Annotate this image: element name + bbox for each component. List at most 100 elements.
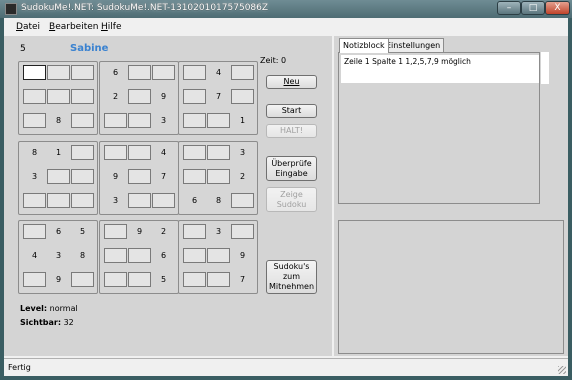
sudoku-cell-input[interactable] [71, 145, 94, 160]
sudoku-cell-input[interactable] [23, 113, 46, 128]
menu-bearbeiten[interactable]: Bearbeiten [49, 22, 98, 32]
sudoku-cell-given: 1 [55, 148, 62, 157]
sudoku-cell-given: 9 [160, 92, 167, 101]
sudoku-cell-given: 6 [191, 196, 198, 205]
sudoku-cell-given: 7 [160, 172, 167, 181]
notes-text[interactable]: Zeile 1 Spalte 1 1,2,5,7,9 möglich [341, 55, 539, 83]
sudoku-cell-input[interactable] [104, 224, 127, 239]
sudoku-cell-given: 8 [215, 196, 222, 205]
sudoku-cell-input[interactable] [128, 248, 151, 263]
sudoku-cell-input[interactable] [183, 89, 206, 104]
sudoku-cell-given: 9 [239, 251, 246, 260]
sudoku-cell-input[interactable] [71, 272, 94, 287]
sudoku-block: 6 2 9 3 [99, 61, 179, 135]
sudoku-cell-input[interactable] [104, 145, 127, 160]
tab-notizblock[interactable]: Notizblock [339, 38, 389, 53]
sudoku-cell-given: 4 [160, 148, 167, 157]
minimize-button[interactable]: – [497, 1, 521, 15]
sudoku-cell-input[interactable] [183, 145, 206, 160]
sudoku-cell-input[interactable] [128, 145, 151, 160]
sudoku-cell-input[interactable] [128, 89, 151, 104]
sudoku-cell-input[interactable] [23, 224, 46, 239]
visible-value: 32 [63, 318, 74, 327]
sudoku-cell-input[interactable] [207, 145, 230, 160]
start-button[interactable]: Start [266, 104, 317, 118]
status-text: Fertig [8, 363, 31, 372]
level-info: Level: normal [20, 304, 78, 313]
sudoku-cell-input[interactable] [231, 224, 254, 239]
sudoku-cell-input[interactable] [128, 65, 151, 80]
sudoku-cell-input[interactable] [23, 193, 46, 208]
sudoku-cell-given: 2 [112, 92, 119, 101]
sudoku-cell-input[interactable] [23, 272, 46, 287]
sudoku-cell-input[interactable] [183, 65, 206, 80]
sudoku-cell-input[interactable] [183, 272, 206, 287]
sudoku-cell-input[interactable] [23, 89, 46, 104]
sudoku-block: 3 2 6 8 [178, 141, 258, 215]
sudoku-cell-input[interactable] [152, 65, 175, 80]
title-bar[interactable]: SudokuMe!.NET: SudokuMe!.NET-13102010175… [0, 0, 572, 18]
app-window: SudokuMe!.NET: SudokuMe!.NET-13102010175… [0, 0, 572, 380]
sudoku-cell-input[interactable] [207, 248, 230, 263]
sudoku-cell-input[interactable] [231, 65, 254, 80]
sudoku-cell-input[interactable] [183, 248, 206, 263]
sudoku-cell-given: 8 [55, 116, 62, 125]
sudoku-cell-given: 5 [79, 227, 86, 236]
sudoku-cell-input[interactable] [71, 169, 94, 184]
sudoku-block: 8 1 3 [18, 141, 98, 215]
sudoku-cell-input[interactable] [47, 89, 70, 104]
level-value: normal [49, 304, 78, 313]
sudoku-cell-input[interactable] [152, 193, 175, 208]
sudoku-cell-input[interactable] [71, 65, 94, 80]
close-button[interactable]: X [545, 1, 570, 15]
sudoku-cell-input[interactable] [207, 113, 230, 128]
sudoku-cell-input[interactable] [71, 193, 94, 208]
lower-panel [338, 220, 564, 354]
menu-datei[interactable]: Datei [16, 22, 40, 32]
puzzle-number: 5 [20, 44, 26, 54]
new-game-button[interactable]: Neu [266, 75, 317, 89]
sudoku-cell-input[interactable] [128, 113, 151, 128]
notes-tab-page: Zeile 1 Spalte 1 1,2,5,7,9 möglich [338, 52, 549, 204]
resize-grip[interactable] [558, 366, 566, 374]
sudoku-block: 4 9 7 3 [99, 141, 179, 215]
maximize-button[interactable]: □ [521, 1, 545, 15]
sudoku-cell-input[interactable] [207, 272, 230, 287]
sudoku-cell-input[interactable] [183, 113, 206, 128]
sudoku-cell-input[interactable] [231, 89, 254, 104]
show-sudoku-button: Zeige Sudoku [266, 187, 317, 212]
sudoku-cell-given: 3 [239, 148, 246, 157]
sudoku-cell-given: 2 [160, 227, 167, 236]
sudoku-cell-input[interactable] [104, 113, 127, 128]
menu-bar: Datei Bearbeiten Hilfe [4, 18, 568, 36]
sudoku-cell-input[interactable] [47, 65, 70, 80]
take-away-sudoku-button[interactable]: Sudoku's zum Mitnehmen [266, 260, 317, 294]
sudoku-cell-input[interactable] [128, 193, 151, 208]
sudoku-cell-input[interactable] [71, 113, 94, 128]
tab-einstellungen[interactable]: Einstellungen [382, 38, 445, 52]
player-name: Sabine [70, 43, 109, 54]
check-input-button[interactable]: Überprüfe Eingabe [266, 156, 317, 181]
sudoku-cell-input[interactable] [183, 224, 206, 239]
sudoku-cell-input[interactable] [104, 248, 127, 263]
sudoku-cell-given: 6 [112, 68, 119, 77]
sudoku-cell-input[interactable] [23, 65, 46, 80]
sudoku-cell-given: 9 [55, 275, 62, 284]
sudoku-cell-given: 5 [160, 275, 167, 284]
new-game-label: Neu [283, 77, 300, 86]
menu-hilfe[interactable]: Hilfe [101, 22, 122, 32]
sudoku-cell-input[interactable] [104, 272, 127, 287]
sudoku-cell-given: 1 [239, 116, 246, 125]
sudoku-cell-input[interactable] [207, 169, 230, 184]
sudoku-block: 9 2 6 5 [99, 220, 179, 294]
sudoku-cell-given: 7 [215, 92, 222, 101]
sudoku-cell-input[interactable] [183, 169, 206, 184]
sudoku-cell-given: 6 [160, 251, 167, 260]
sudoku-cell-input[interactable] [47, 169, 70, 184]
sudoku-cell-input[interactable] [71, 89, 94, 104]
sudoku-cell-input[interactable] [231, 193, 254, 208]
sudoku-cell-input[interactable] [128, 169, 151, 184]
visible-info: Sichtbar: 32 [20, 318, 74, 327]
sudoku-cell-input[interactable] [47, 193, 70, 208]
sudoku-cell-input[interactable] [128, 272, 151, 287]
